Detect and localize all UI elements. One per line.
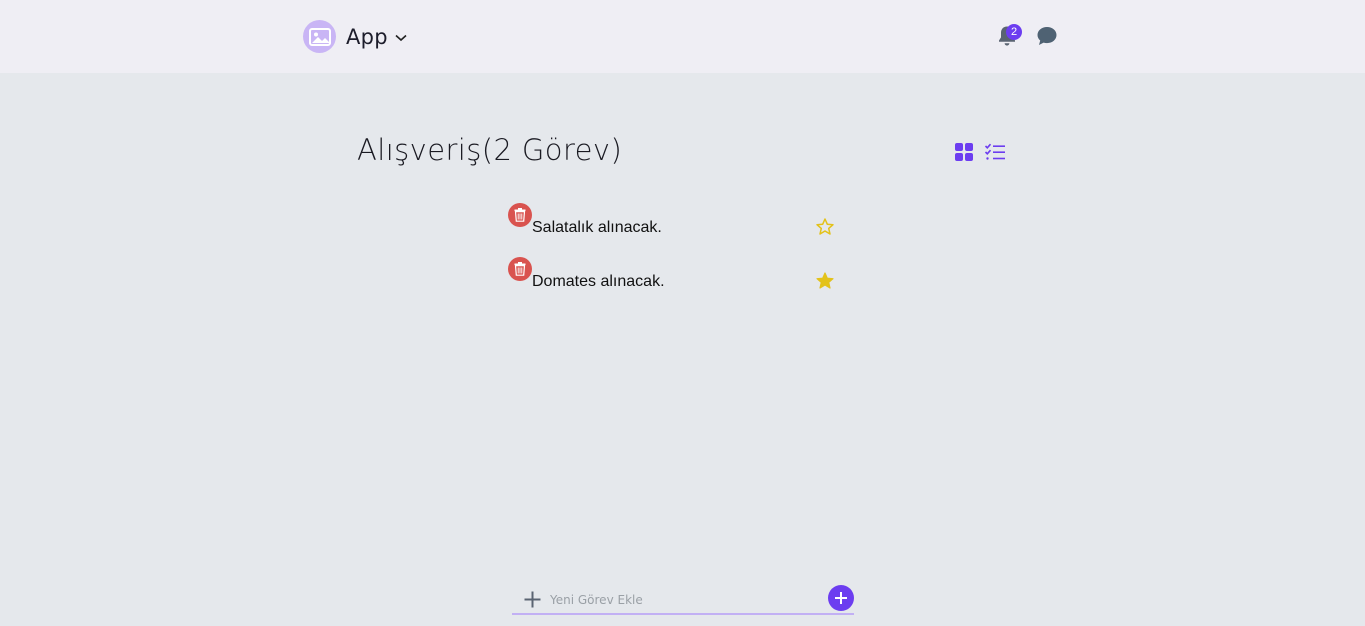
trash-icon [514, 262, 526, 276]
app-switcher[interactable]: App [303, 20, 407, 53]
trash-icon [514, 208, 526, 222]
top-navbar: App 2 [0, 0, 1365, 73]
image-icon [308, 27, 331, 46]
new-task-form [512, 584, 854, 615]
chevron-down-icon [395, 34, 407, 42]
task-text: Domates alınacak. [532, 273, 665, 290]
star-filled-icon[interactable] [815, 271, 835, 291]
grid-view-icon[interactable] [954, 142, 974, 162]
task-item: Domates alınacak. [508, 257, 848, 293]
delete-task-button[interactable] [508, 257, 532, 281]
page-title: Alışveriş(2 Görev) [357, 133, 623, 167]
star-outline-icon[interactable] [815, 217, 835, 237]
task-text: Salatalık alınacak. [532, 219, 662, 236]
chat-icon[interactable] [1035, 24, 1059, 48]
app-name: App [346, 24, 388, 49]
new-task-input[interactable] [550, 590, 820, 610]
add-task-button[interactable] [828, 585, 854, 611]
task-item: Salatalık alınacak. [508, 203, 848, 239]
app-logo [303, 20, 336, 53]
delete-task-button[interactable] [508, 203, 532, 227]
plus-icon [524, 591, 541, 608]
checklist-view-icon[interactable] [984, 142, 1006, 162]
plus-icon [835, 592, 847, 604]
notification-count-badge: 2 [1006, 24, 1022, 40]
